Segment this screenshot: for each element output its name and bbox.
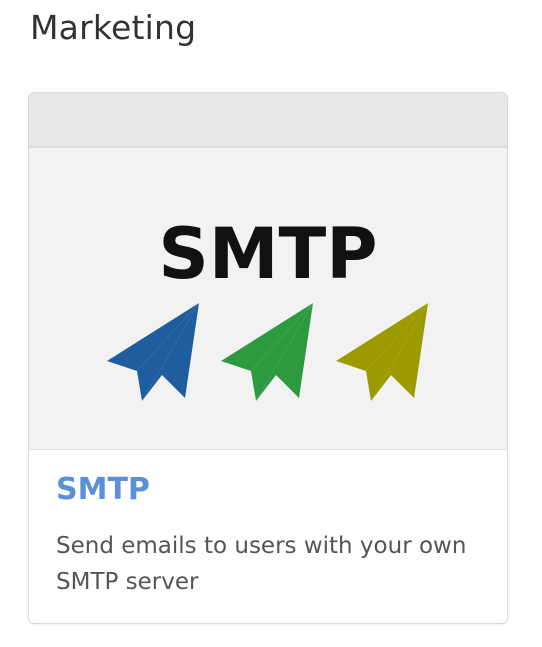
integration-card-smtp[interactable]: SMTP SMTP Send emails to users with your…	[28, 92, 508, 624]
smtp-logo: SMTP	[107, 213, 428, 401]
paper-plane-icon	[107, 303, 199, 401]
card-body: SMTP Send emails to users with your own …	[29, 450, 507, 623]
section-title: Marketing	[30, 8, 197, 47]
paper-plane-icon	[221, 303, 313, 401]
logo-text: SMTP	[158, 213, 377, 295]
card-header	[29, 93, 507, 148]
card-title-link[interactable]: SMTP	[56, 472, 150, 508]
card-logo-area: SMTP	[29, 148, 507, 450]
card-description: Send emails to users with your own SMTP …	[56, 533, 467, 595]
paper-plane-icon	[336, 303, 428, 401]
